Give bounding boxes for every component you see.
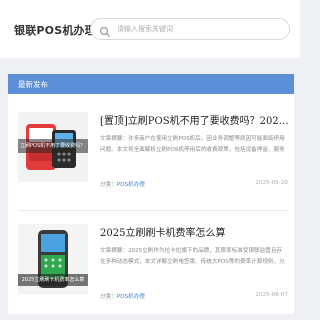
thumbnail-caption: 立刷POS机不用了要收费吗？2024年最新费用政策解析: [20, 143, 86, 149]
site-header: 银联POS机办理: [0, 0, 300, 58]
article-excerpt: 文章摘要：2025立刷作为拉卡拉旗下的品牌，其费率标准受银联监管且存在多种动态模…: [100, 248, 285, 265]
article-title[interactable]: [置顶]立刷POS机不用了要收费吗？2024年最新费用政策...: [100, 112, 290, 127]
category-label: 分类：: [100, 182, 117, 188]
article-excerpt: 文章摘要：许多商户在使用立刷POS机后，因业务调整等原因可能面临停用问题。本文将…: [100, 136, 285, 153]
category-link[interactable]: POS机办理: [117, 294, 145, 300]
article-category: 分类：POS机办理: [100, 292, 145, 300]
article-item[interactable]: 2025立刷刷卡机费率怎么算 2025立刷刷卡机费率怎么算 文章摘要：2025立…: [8, 210, 294, 320]
pos-terminal-image: [18, 224, 88, 294]
latest-posts-card: 最新发布 立刷POS机不用了要收费吗？2024年最新费用政策解析 [置顶]立刷P…: [8, 74, 294, 314]
article-date: 2025-05-20: [255, 180, 288, 186]
article-title[interactable]: 2025立刷刷卡机费率怎么算: [100, 224, 290, 239]
article-item[interactable]: 立刷POS机不用了要收费吗？2024年最新费用政策解析 [置顶]立刷POS机不用…: [8, 94, 294, 204]
site-logo[interactable]: 银联POS机办理: [14, 22, 96, 38]
section-header: 最新发布: [8, 74, 294, 94]
article-date: 2025-06-07: [255, 292, 288, 298]
article-thumbnail[interactable]: 立刷POS机不用了要收费吗？2024年最新费用政策解析: [18, 112, 88, 182]
search-input[interactable]: [117, 22, 277, 36]
article-category: 分类：POS机办理: [100, 180, 145, 188]
category-label: 分类：: [100, 294, 117, 300]
search-box[interactable]: [90, 18, 290, 40]
category-link[interactable]: POS机办理: [117, 182, 145, 188]
search-icon[interactable]: [99, 23, 111, 37]
article-thumbnail[interactable]: 2025立刷刷卡机费率怎么算: [18, 224, 88, 294]
section-title: 最新发布: [18, 80, 48, 89]
thumbnail-caption: 2025立刷刷卡机费率怎么算: [21, 277, 85, 283]
